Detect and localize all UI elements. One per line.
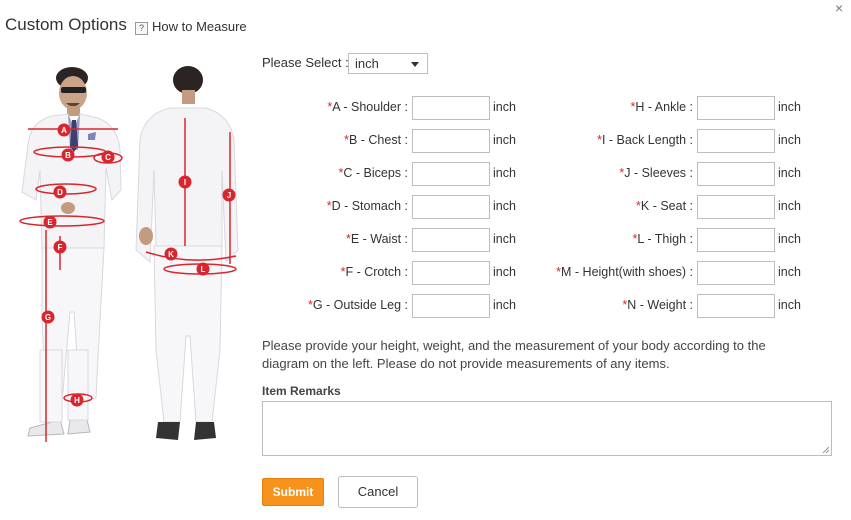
measurement-unit: inch xyxy=(778,100,801,114)
measurement-label: *J - Sleeves : xyxy=(473,166,693,180)
diagram-marker-a: A xyxy=(57,123,71,137)
diagram-marker-h: H xyxy=(70,393,84,407)
measurement-note: Please provide your height, weight, and … xyxy=(262,338,766,371)
measurement-label: *B - Chest : xyxy=(188,133,408,147)
measurement-label-text: K - Seat : xyxy=(640,199,693,213)
submit-button[interactable]: Submit xyxy=(262,478,324,506)
measurement-label-text: D - Stomach : xyxy=(331,199,408,213)
unit-select-value: inch xyxy=(355,56,379,71)
cancel-button[interactable]: Cancel xyxy=(338,476,418,508)
measurement-label: *L - Thigh : xyxy=(473,232,693,246)
measurement-label: *H - Ankle : xyxy=(473,100,693,114)
svg-text:C: C xyxy=(105,153,111,162)
chevron-down-icon xyxy=(411,62,419,67)
measurement-label: *K - Seat : xyxy=(473,199,693,213)
resize-grip-icon[interactable] xyxy=(822,446,830,454)
help-icon[interactable]: ? xyxy=(135,22,148,35)
svg-text:A: A xyxy=(61,126,67,135)
svg-text:B: B xyxy=(65,151,71,160)
svg-text:E: E xyxy=(47,218,53,227)
measurement-label: *A - Shoulder : xyxy=(188,100,408,114)
diagram-marker-d: D xyxy=(53,185,67,199)
measurement-unit: inch xyxy=(778,265,801,279)
measurement-label: *M - Height(with shoes) : xyxy=(473,265,693,279)
measurement-unit: inch xyxy=(778,298,801,312)
diagram-marker-g: G xyxy=(41,310,55,324)
close-icon[interactable]: × xyxy=(835,0,843,16)
measurement-input[interactable] xyxy=(697,162,775,186)
measurement-label: *G - Outside Leg : xyxy=(188,298,408,312)
measurement-label-text: G - Outside Leg : xyxy=(312,298,408,312)
front-figure xyxy=(21,67,122,437)
how-to-measure-link[interactable]: How to Measure xyxy=(152,19,247,34)
measurement-input[interactable] xyxy=(697,129,775,153)
measurement-label-text: L - Thigh : xyxy=(637,232,693,246)
measurement-label-text: N - Weight : xyxy=(627,298,693,312)
measurement-label: *N - Weight : xyxy=(473,298,693,312)
svg-text:G: G xyxy=(45,313,51,322)
measurement-input[interactable] xyxy=(697,96,775,120)
measurement-label: *E - Waist : xyxy=(188,232,408,246)
measurement-unit: inch xyxy=(778,133,801,147)
measurement-label: *D - Stomach : xyxy=(188,199,408,213)
diagram-marker-b: B xyxy=(61,148,75,162)
svg-text:I: I xyxy=(184,178,186,187)
svg-text:K: K xyxy=(168,250,174,259)
item-remarks-textarea[interactable] xyxy=(262,401,832,456)
measurement-unit: inch xyxy=(778,166,801,180)
measurement-label-text: A - Shoulder : xyxy=(332,100,408,114)
measurement-label-text: E - Waist : xyxy=(350,232,408,246)
measurement-label-text: I - Back Length : xyxy=(601,133,693,147)
measurement-unit: inch xyxy=(778,232,801,246)
svg-text:F: F xyxy=(58,243,63,252)
measurement-label-text: J - Sleeves : xyxy=(624,166,693,180)
measurement-input[interactable] xyxy=(697,228,775,252)
measurement-unit: inch xyxy=(778,199,801,213)
measurement-label-text: H - Ankle : xyxy=(635,100,693,114)
item-remarks-label: Item Remarks xyxy=(262,384,341,398)
measurement-input[interactable] xyxy=(697,294,775,318)
measurement-input[interactable] xyxy=(697,261,775,285)
unit-select-label: Please Select : xyxy=(262,55,349,70)
diagram-marker-f: F xyxy=(53,240,67,254)
measurement-label-text: B - Chest : xyxy=(348,133,408,147)
measurement-input[interactable] xyxy=(697,195,775,219)
dialog-title: Custom Options xyxy=(5,15,127,34)
measurement-label: *I - Back Length : xyxy=(473,133,693,147)
measurement-label: *C - Biceps : xyxy=(188,166,408,180)
diagram-marker-c: C xyxy=(101,150,115,164)
svg-text:D: D xyxy=(57,188,63,197)
measurement-label-text: M - Height(with shoes) : xyxy=(561,265,693,279)
unit-select[interactable]: inch xyxy=(348,53,428,74)
measurement-label-text: F - Crotch : xyxy=(345,265,408,279)
measurement-label-text: C - Biceps : xyxy=(343,166,408,180)
diagram-marker-k: K xyxy=(164,247,178,261)
diagram-marker-e: E xyxy=(43,215,57,229)
measurement-label: *F - Crotch : xyxy=(188,265,408,279)
svg-text:H: H xyxy=(74,396,80,405)
